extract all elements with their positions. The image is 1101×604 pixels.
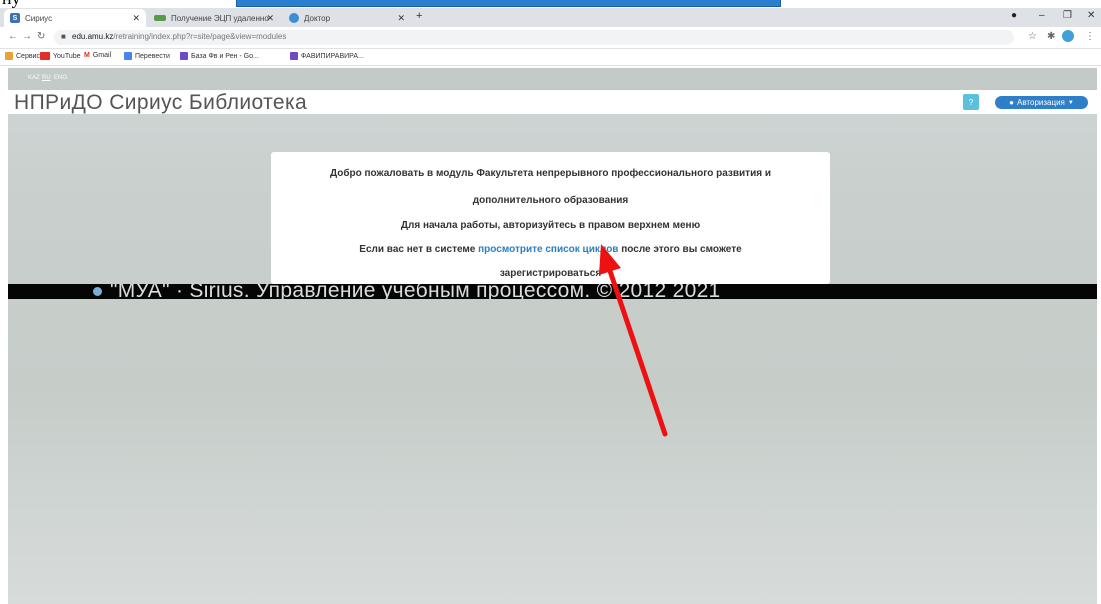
url-path: /retraining/index.php?r=site/page&view=m…	[113, 32, 287, 41]
tab-title: Получение ЭЦП удаленно | Зе	[171, 13, 271, 23]
footer-text: "МУА" · Sirius. Управление учебным проце…	[110, 284, 721, 299]
site-header: НПРиДО Сириус Библиотека ? ● Авторизация…	[8, 90, 1097, 114]
language-bar: KAZ RU ENG	[8, 68, 1097, 90]
bookmark-label: Gmail	[92, 52, 112, 59]
document-top-fragment: ну	[0, 0, 1101, 8]
bookmark-favipiravir[interactable]: ФАВИПИРАВИРА...	[290, 52, 364, 60]
caret-down-icon: ▼	[1067, 99, 1074, 106]
menu-icon[interactable]: ⋮	[1085, 31, 1095, 42]
reload-icon[interactable]: ↻	[37, 31, 45, 42]
footer-bar: "МУА" · Sirius. Управление учебным проце…	[8, 284, 1097, 299]
tab-sirius[interactable]: S Сириус ✕	[4, 9, 146, 27]
site-title[interactable]: НПРиДО Сириус Библиотека	[14, 91, 307, 115]
bookmark-label: YouTube	[53, 52, 81, 60]
tab-doctor[interactable]: Доктор ✕	[283, 9, 411, 27]
back-icon[interactable]: ←	[8, 31, 18, 42]
translate-icon	[124, 52, 132, 60]
bookmark-services[interactable]: Сервисы	[5, 52, 45, 60]
maximize-button[interactable]: ❐	[1063, 10, 1072, 21]
sirius-favicon-icon: S	[10, 13, 20, 23]
lang-eng[interactable]: ENG	[54, 75, 67, 81]
bookmark-base[interactable]: База Фв и Рен - Go...	[180, 52, 259, 60]
bookmark-label: Перевести	[135, 52, 170, 60]
gmail-icon: M	[84, 52, 90, 59]
star-icon[interactable]: ☆	[1028, 31, 1037, 42]
bookmark-youtube[interactable]: YouTube	[40, 52, 81, 60]
close-tab-icon[interactable]: ✕	[266, 13, 274, 24]
welcome-panel: Добро пожаловать в модуль Факультета неп…	[271, 152, 830, 284]
authorization-button[interactable]: ● Авторизация ▼	[995, 96, 1088, 109]
lang-ru[interactable]: RU	[42, 75, 51, 81]
bookmark-translate[interactable]: Перевести	[124, 52, 170, 60]
welcome-line-2: дополнительного образования	[472, 195, 629, 206]
account-avatar[interactable]	[1062, 30, 1074, 42]
footer-bullet-icon	[93, 287, 102, 296]
lock-icon: ■	[61, 32, 66, 41]
address-bar[interactable]: ■ edu.amu.kz/retraining/index.php?r=site…	[54, 30, 1014, 45]
sheet-icon	[290, 52, 298, 60]
bookmark-label: ФАВИПИРАВИРА...	[301, 52, 364, 60]
bookmark-gmail[interactable]: M Gmail	[84, 52, 111, 59]
welcome-line-4-end: после этого вы сможете	[621, 244, 742, 255]
blue-highlight-bar	[236, 0, 781, 7]
page-viewport: KAZ RU ENG НПРиДО Сириус Библиотека ? ● …	[8, 68, 1097, 604]
welcome-line-4: Если вас нет в системе просмотрите списо…	[271, 244, 830, 255]
youtube-icon	[40, 52, 50, 60]
authorization-label: Авторизация	[1017, 98, 1065, 107]
close-tab-icon[interactable]: ✕	[132, 13, 140, 24]
extensions-icon[interactable]: ✱	[1047, 31, 1055, 42]
tab-title: Сириус	[25, 13, 53, 23]
lang-kaz[interactable]: KAZ	[28, 75, 40, 81]
ecp-favicon-icon	[154, 15, 166, 21]
cycles-list-link[interactable]: просмотрите список циклов	[478, 244, 618, 255]
cut-off-text: ну	[2, 0, 21, 8]
apps-icon	[5, 52, 13, 60]
tab-ecp[interactable]: Получение ЭЦП удаленно | Зе ✕	[148, 9, 280, 27]
forward-icon[interactable]: →	[22, 31, 32, 42]
browser-tab-strip: S Сириус ✕ Получение ЭЦП удаленно | Зе ✕…	[0, 8, 1101, 27]
close-tab-icon[interactable]: ✕	[397, 13, 405, 24]
tab-title: Доктор	[304, 13, 331, 23]
bookmark-label: База Фв и Рен - Go...	[191, 52, 259, 60]
url-host: edu.amu.kz	[72, 32, 114, 41]
close-window-button[interactable]: ✕	[1087, 10, 1095, 21]
help-button[interactable]: ?	[963, 94, 979, 110]
doctor-favicon-icon	[289, 13, 299, 23]
welcome-line-4-start: Если вас нет в системе	[359, 244, 476, 255]
browser-toolbar: ← → ↻ ■ edu.amu.kz/retraining/index.php?…	[0, 27, 1101, 49]
welcome-line-1: Добро пожаловать в модуль Факультета неп…	[329, 168, 771, 179]
new-tab-button[interactable]: +	[416, 10, 422, 22]
profile-icon[interactable]: ●	[1011, 10, 1017, 21]
url-text: edu.amu.kz/retraining/index.php?r=site/p…	[72, 32, 286, 41]
welcome-line-3: Для начала работы, авторизуйтесь в право…	[400, 220, 701, 231]
sheet-icon	[180, 52, 188, 60]
minimize-button[interactable]: –	[1039, 10, 1045, 21]
user-icon: ●	[1009, 98, 1015, 107]
bookmarks-bar: Сервисы YouTube M Gmail Перевести База Ф…	[0, 49, 1101, 66]
welcome-line-5: зарегистрироваться	[499, 268, 602, 279]
